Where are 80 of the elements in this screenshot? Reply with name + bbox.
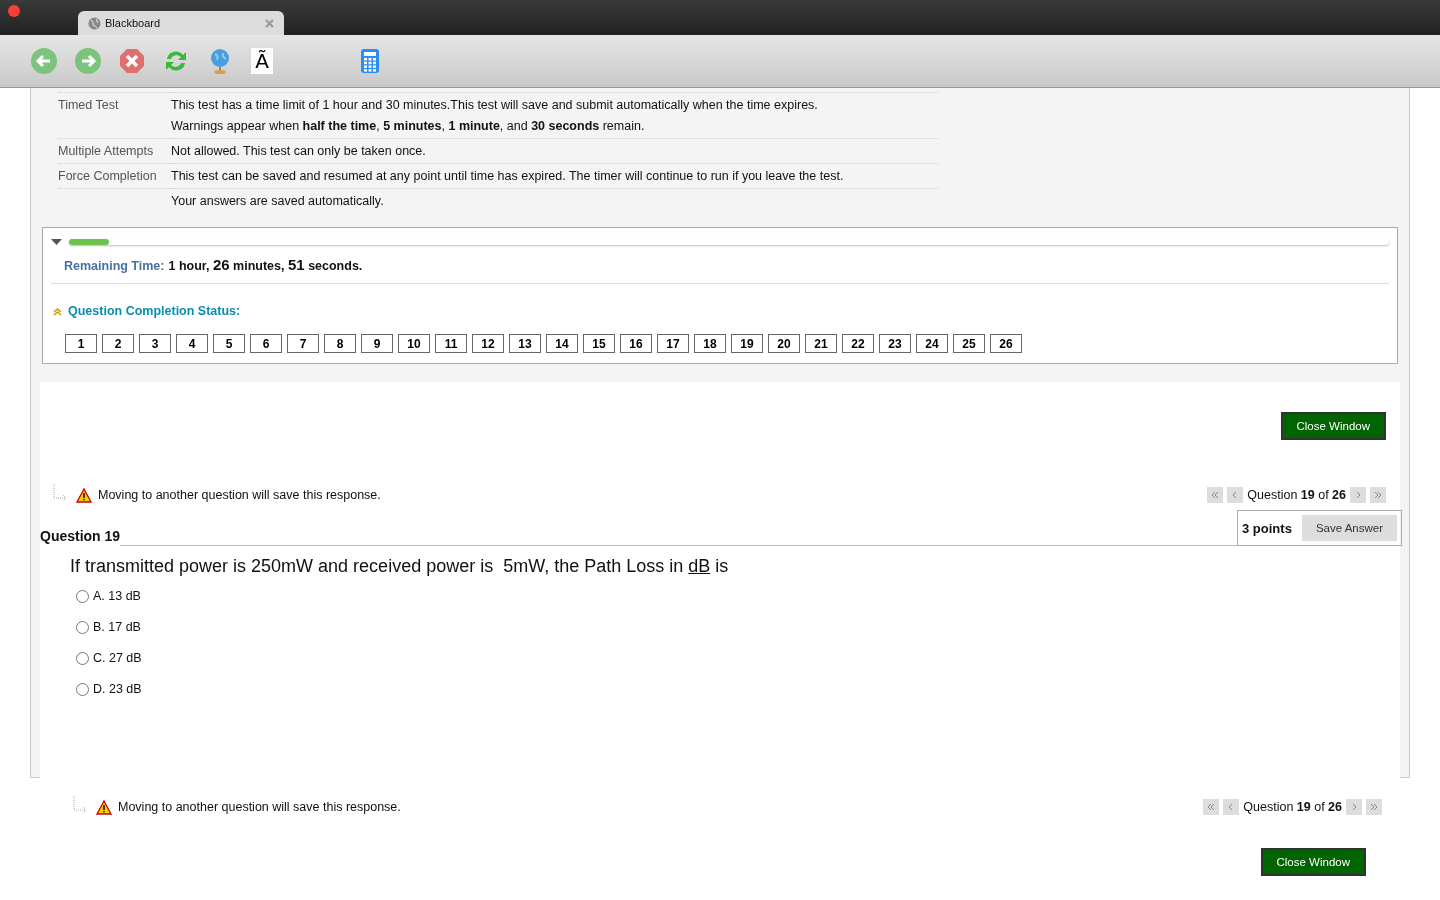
question-number-button[interactable]: 5 [213,334,245,353]
points-text: 3 points [1242,520,1292,536]
forward-button[interactable] [72,45,104,77]
question-number-button[interactable]: 1 [65,334,97,353]
double-chevron-left-icon [1206,802,1217,812]
close-window-dot[interactable] [8,5,20,17]
close-window-button[interactable]: Close Window [1280,412,1386,440]
question-number-button[interactable]: 14 [546,334,578,353]
back-button[interactable] [28,45,60,77]
answer-option: B. 17 dB [93,620,141,634]
previous-question-button[interactable] [1223,799,1240,815]
next-question-button[interactable] [1346,799,1362,815]
info-label: Multiple Attempts [58,138,171,163]
question-position: Question 19 of 26 [1247,488,1346,502]
radio-button[interactable] [76,682,89,696]
text-size-button[interactable]: Ã [251,48,273,74]
question-title: Question 19 [40,528,121,546]
first-question-button[interactable] [1207,487,1224,503]
question-number-button[interactable]: 15 [583,334,615,353]
question-number-button[interactable]: 22 [842,334,874,353]
question-number-button[interactable]: 8 [324,334,356,353]
question-number-button[interactable]: 17 [657,334,689,353]
info-value: Not allowed. This test can only be taken once. [171,143,427,160]
question-number-button[interactable]: 10 [398,334,430,353]
info-value: This test can be saved and resumed at any point until time has expired. The timer will continue to run if you leave the test. [171,168,845,185]
question-number-button[interactable]: 23 [879,334,911,353]
question-number-button[interactable]: 21 [805,334,837,353]
browser-tab[interactable]: Blackboard [78,11,284,35]
question-number-button[interactable]: 11 [435,334,467,353]
question-number-button[interactable]: 6 [250,334,282,353]
question-number-button[interactable]: 24 [916,334,948,353]
double-caret-up-icon[interactable] [53,306,62,316]
last-question-button[interactable] [1366,799,1382,815]
question-number-button[interactable]: 9 [361,334,393,353]
question-number-button[interactable]: 2 [102,334,134,353]
question-number-button[interactable]: 20 [768,334,800,353]
close-window-button[interactable]: Close Window [1260,848,1366,876]
info-value: This test has a time limit of 1 hour and 30 minutes.This test will save and submit automatically when the time expires. [171,97,819,114]
completion-status-title: Question Completion Status: [68,304,241,318]
answer-option: A. 13 dB [93,589,141,603]
double-chevron-right-icon [1369,802,1379,812]
warning-icon [96,799,112,815]
info-label: Force Completion [58,163,171,188]
question-number-button[interactable]: 25 [953,334,985,353]
previous-question-button[interactable] [1227,487,1244,503]
first-question-button[interactable] [1203,799,1220,815]
stop-icon [118,47,146,75]
save-answer-button[interactable]: Save Answer [1301,515,1397,541]
answer-option: D. 23 dB [93,682,142,696]
question-number-button[interactable]: 13 [509,334,541,353]
question-text: If transmitted power is 250mW and received power is 5mW, the Path Loss in dB is [70,556,730,577]
question-number-button[interactable]: 7 [287,334,319,353]
question-position: Question 19 of 26 [1243,800,1342,814]
question-number-button[interactable]: 4 [176,334,208,353]
question-number-button[interactable]: 18 [694,334,726,353]
remaining-time-label: Remaining Time: [64,259,165,273]
warning-icon [76,487,92,503]
radio-button[interactable] [76,589,89,603]
next-question-button[interactable] [1350,487,1366,503]
question-number-button[interactable]: 19 [731,334,763,353]
radio-button[interactable] [76,651,89,665]
save-warning-text: Moving to another question will save this response. [98,488,381,502]
question-number-button[interactable]: 12 [472,334,504,353]
close-icon[interactable] [265,18,274,28]
question-number-button[interactable]: 3 [139,334,171,353]
double-chevron-left-icon [1210,490,1221,500]
double-chevron-right-icon [1373,490,1383,500]
answer-option: C. 27 dB [93,651,142,665]
info-label: Timed Test [58,92,171,117]
last-question-button[interactable] [1370,487,1386,503]
caret-down-icon[interactable] [51,238,63,246]
globe-icon [88,16,101,30]
remaining-time-value: 1 hour, 26 minutes, 51 seconds. [168,256,363,273]
info-value: Your answers are saved automatically. [171,193,385,210]
question-number-button[interactable]: 16 [620,334,652,353]
question-number-button[interactable]: 26 [990,334,1022,353]
tab-title: Blackboard [105,17,162,29]
radio-button[interactable] [76,620,89,634]
info-value: Warnings appear when half the time, 5 minutes, 1 minute, and 30 seconds remain. [171,118,646,135]
save-warning-text: Moving to another question will save this response. [118,800,401,814]
